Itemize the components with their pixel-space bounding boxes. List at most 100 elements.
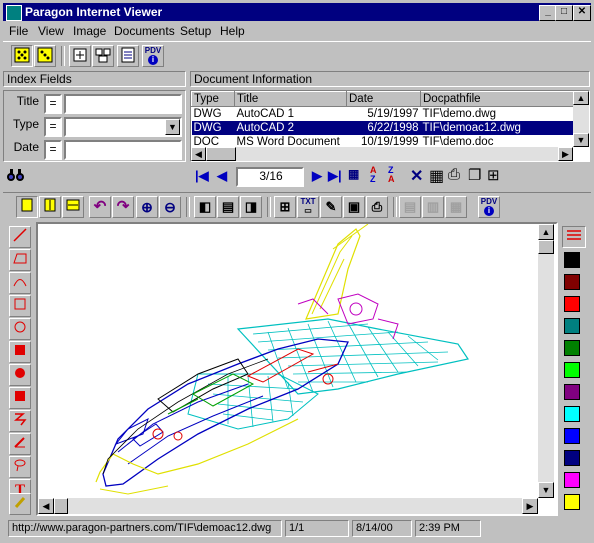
add-document-icon[interactable] <box>69 45 91 67</box>
previous-page-icon[interactable]: ◧ <box>194 196 216 218</box>
filled-polygon-icon[interactable] <box>9 387 31 409</box>
scroll-right-icon[interactable]: ▶ <box>558 147 573 161</box>
color-swatch[interactable] <box>564 384 580 400</box>
color-swatch[interactable] <box>564 274 580 290</box>
color-swatch[interactable] <box>564 428 580 444</box>
pdv-viewer-icon[interactable]: PDV i <box>478 196 500 218</box>
image-viewer[interactable]: ▲ ▼ ◀ ▶ <box>36 222 558 516</box>
color-swatch[interactable] <box>564 472 580 488</box>
viewer-scroll-left-icon[interactable]: ◀ <box>38 498 54 514</box>
edit-index-icon[interactable] <box>117 45 139 67</box>
delete-icon[interactable]: ✕ <box>410 166 423 186</box>
highlighter-tool-icon[interactable] <box>9 493 31 515</box>
color-swatch[interactable] <box>564 252 580 268</box>
column-title[interactable]: Title <box>234 91 347 107</box>
last-record-icon[interactable]: ▶| <box>328 168 342 184</box>
maximize-button[interactable]: □ <box>555 5 573 21</box>
viewer-scroll-up-icon[interactable]: ▲ <box>538 224 554 240</box>
export-icon[interactable]: ⊞ <box>487 166 500 184</box>
previous-record-icon[interactable]: ◀ <box>217 168 227 184</box>
grid-pages-icon[interactable]: ▦ <box>445 196 467 218</box>
table-row-selected[interactable]: DWG AutoCAD 2 6/22/1998 TIF\demoac12.dwg <box>191 121 576 135</box>
viewer-hscroll[interactable] <box>38 498 538 514</box>
menu-view[interactable]: View <box>38 24 64 38</box>
table-icon[interactable]: ▦ <box>429 166 444 186</box>
color-swatch[interactable] <box>564 406 580 422</box>
viewer-vscroll-thumb[interactable] <box>538 240 554 254</box>
first-record-icon[interactable]: |◀ <box>195 168 209 184</box>
date-operator[interactable]: = <box>44 140 62 160</box>
search-button[interactable] <box>6 166 28 186</box>
copy-icon[interactable]: ❐ <box>468 166 481 184</box>
color-swatch[interactable] <box>564 296 580 312</box>
scroll-left-icon[interactable]: ◀ <box>191 147 206 161</box>
date-field[interactable] <box>64 140 182 160</box>
arc-tool-icon[interactable] <box>9 272 31 294</box>
page-list-icon[interactable]: ▤ <box>217 196 239 218</box>
fit-width-icon[interactable] <box>62 196 84 218</box>
zoom-out-icon[interactable]: ⊖ <box>159 196 181 218</box>
viewer-hscroll-thumb[interactable] <box>54 498 68 514</box>
column-type[interactable]: Type <box>191 91 235 107</box>
scan-document-icon[interactable] <box>92 45 114 67</box>
ellipse-tool-icon[interactable] <box>9 318 31 340</box>
text-view-icon[interactable]: TXT ▭ <box>297 196 319 218</box>
clipboard-icon[interactable]: ▣ <box>343 196 365 218</box>
single-page-icon[interactable]: ▤ <box>399 196 421 218</box>
color-swatch[interactable] <box>564 450 580 466</box>
hscroll-thumb[interactable] <box>206 147 236 161</box>
viewer-scroll-down-icon[interactable]: ▼ <box>538 482 554 498</box>
chevron-down-icon[interactable]: ▼ <box>165 119 180 135</box>
menu-image[interactable]: Image <box>73 24 106 38</box>
line-tool-icon[interactable] <box>9 226 31 248</box>
rotate-right-icon[interactable]: ↷ <box>112 196 134 218</box>
scroll-up-icon[interactable]: ▲ <box>573 91 589 105</box>
print-icon[interactable]: ⎙ <box>448 166 460 183</box>
title-field[interactable] <box>64 94 182 114</box>
polyline-tool-icon[interactable] <box>9 249 31 271</box>
type-operator[interactable]: = <box>44 117 62 137</box>
filled-ellipse-icon[interactable] <box>9 364 31 386</box>
next-record-icon[interactable]: ▶ <box>312 168 322 184</box>
browse-mode-icon[interactable] <box>34 45 56 67</box>
print-image-icon[interactable]: ⎙ <box>366 196 388 218</box>
index-mode-icon[interactable] <box>11 45 33 67</box>
menu-setup[interactable]: Setup <box>180 24 211 38</box>
app-icon[interactable] <box>6 5 22 21</box>
fit-height-icon[interactable] <box>39 196 61 218</box>
lasso-tool-icon[interactable] <box>9 456 31 478</box>
pen-tool-icon[interactable] <box>9 433 31 455</box>
menu-documents[interactable]: Documents <box>114 24 175 38</box>
color-swatch[interactable] <box>564 340 580 356</box>
color-swatch[interactable] <box>564 318 580 334</box>
color-swatch[interactable] <box>564 494 580 510</box>
fit-page-icon[interactable] <box>16 196 38 218</box>
viewer-scroll-right-icon[interactable]: ▶ <box>522 498 538 514</box>
filled-rectangle-icon[interactable] <box>9 341 31 363</box>
rectangle-tool-icon[interactable] <box>9 295 31 317</box>
freehand-tool-icon[interactable] <box>9 410 31 432</box>
title-operator[interactable]: = <box>44 94 62 114</box>
sort-ascending-icon[interactable]: AZ <box>370 166 377 184</box>
menu-help[interactable]: Help <box>220 24 245 38</box>
scroll-down-icon[interactable]: ▼ <box>573 133 589 147</box>
close-button[interactable]: ✕ <box>573 5 591 21</box>
color-swatch[interactable] <box>564 362 580 378</box>
pdv-info-icon[interactable]: PDV i <box>142 45 164 67</box>
type-field[interactable]: ▼ <box>64 117 182 137</box>
zoom-in-icon[interactable]: ⊕ <box>136 196 158 218</box>
column-docpathfile[interactable]: Docpathfile <box>420 91 576 107</box>
line-style-icon[interactable] <box>562 226 586 248</box>
sort-descending-icon[interactable]: ZA <box>388 166 395 184</box>
two-page-icon[interactable]: ▥ <box>422 196 444 218</box>
list-hscroll[interactable] <box>191 147 573 161</box>
column-date[interactable]: Date <box>346 91 421 107</box>
thumbnails-icon[interactable]: ⊞ <box>274 196 296 218</box>
viewer-vscroll[interactable] <box>538 224 554 498</box>
record-position[interactable]: 3/16 <box>236 167 304 187</box>
next-page-icon[interactable]: ◨ <box>240 196 262 218</box>
title-bar[interactable]: Paragon Internet Viewer _ □ ✕ <box>3 3 591 21</box>
grid-view-icon[interactable]: ▦ <box>348 167 359 181</box>
annotate-icon[interactable]: ✎ <box>320 196 342 218</box>
rotate-left-icon[interactable]: ↶ <box>89 196 111 218</box>
